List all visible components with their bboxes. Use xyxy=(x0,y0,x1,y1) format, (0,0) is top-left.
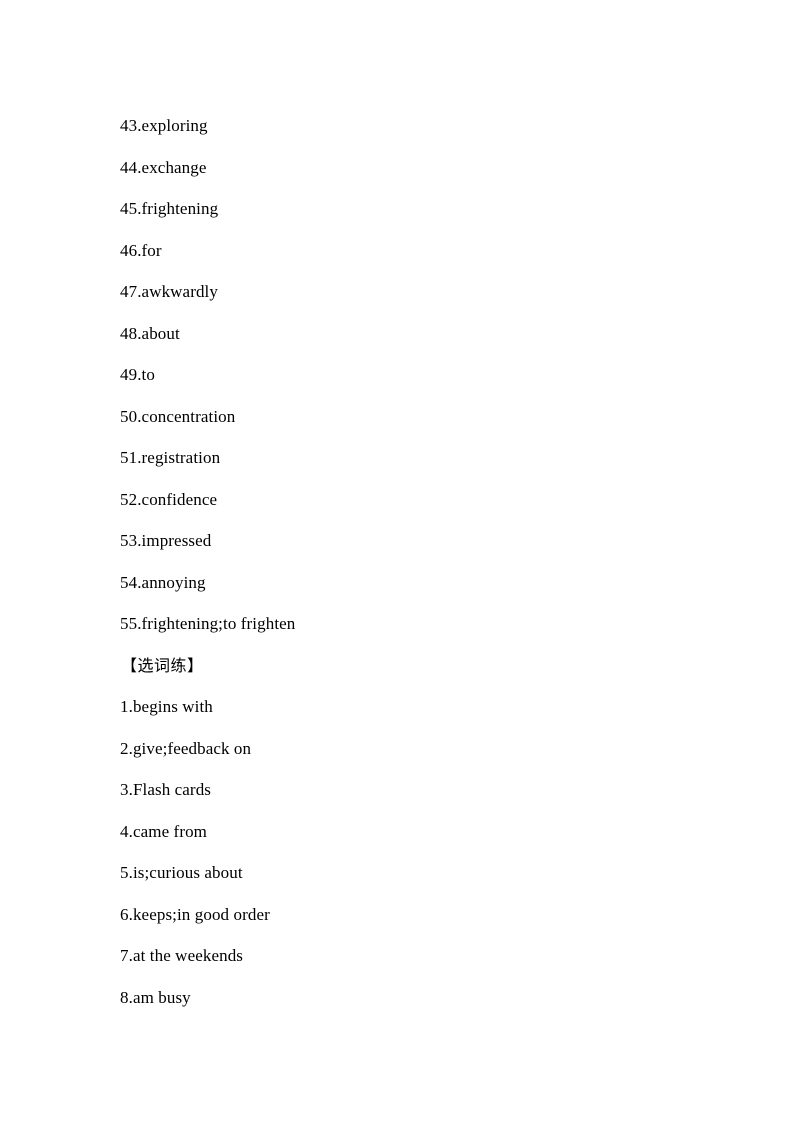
section-heading: 【选词练】 xyxy=(121,655,204,675)
answer-line: 45.frightening xyxy=(120,199,219,218)
answer-line: 8.am busy xyxy=(120,987,191,1007)
document-page: 43.exploring 44.exchange 45.frightening 46.… xyxy=(0,0,794,1123)
answer-line: 52.confidence xyxy=(120,489,218,509)
answer-line: 4.came from xyxy=(120,821,208,841)
answer-line: 54.annoying xyxy=(120,572,206,592)
answer-line: 6.keeps;in good order xyxy=(120,904,270,924)
answer-line: 49.to xyxy=(120,365,155,384)
answer-line: 48.about xyxy=(120,323,180,343)
answer-line: 2.give;feedback on xyxy=(120,738,252,758)
answer-key-list: 43.exploring 44.exchange 45.frightening 46.… xyxy=(120,105,734,1018)
answer-line: 46.for xyxy=(120,240,162,260)
answer-line: 55.frightening;to frighten xyxy=(120,614,296,633)
answer-line: 53.impressed xyxy=(120,531,212,550)
answer-line: 44.exchange xyxy=(120,157,207,177)
answer-line: 3.Flash cards xyxy=(120,780,212,799)
answer-line: 50.concentration xyxy=(120,406,236,426)
answer-line: 7.at the weekends xyxy=(120,946,244,965)
answer-line: 47.awkwardly xyxy=(120,282,218,301)
answer-line: 51.registration xyxy=(120,448,221,467)
answer-line: 1.begins with xyxy=(120,697,213,716)
answer-line: 43.exploring xyxy=(120,116,208,135)
answer-line: 5.is;curious about xyxy=(120,863,243,882)
